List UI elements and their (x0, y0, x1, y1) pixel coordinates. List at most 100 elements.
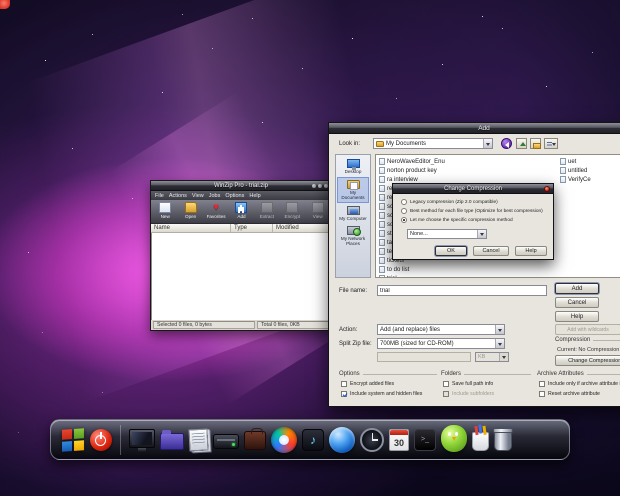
window-controls[interactable] (312, 184, 328, 188)
place-my-documents[interactable]: My Documents (337, 177, 369, 204)
corner-start-icon[interactable] (0, 0, 10, 9)
encrypt-checkbox[interactable]: Encrypt added files (341, 381, 394, 387)
back-icon[interactable] (501, 138, 512, 149)
menu-options[interactable]: Options (225, 193, 244, 199)
add-confirm-button[interactable]: Add (555, 283, 599, 294)
place-desktop[interactable]: Desktop (337, 157, 369, 176)
winzip-statusbar: Selected 0 files, 0 bytes Total 0 files,… (151, 320, 331, 330)
file-icon (379, 230, 385, 237)
file-name-input[interactable] (377, 285, 547, 296)
file-item[interactable]: NeroWaveEditor_Enu (379, 157, 555, 166)
menu-help[interactable]: Help (249, 193, 260, 199)
winzip-menubar: File Actions View Jobs Options Help (151, 191, 331, 200)
archive-attribute-checkbox[interactable]: Include only if archive attribute is set (539, 381, 620, 387)
column-type[interactable]: Type (231, 224, 273, 232)
cancel-button[interactable]: Cancel (473, 246, 509, 256)
green-bird-messenger-icon[interactable] (441, 425, 467, 452)
winzip-titlebar[interactable]: WinZip Pro - trial.zip (151, 181, 331, 191)
column-name[interactable]: Name (151, 224, 231, 232)
open-button[interactable]: Open (178, 201, 202, 219)
view-button[interactable]: View (306, 201, 330, 219)
windows-start-icon[interactable] (61, 426, 85, 453)
favorites-button[interactable]: ♥ Favorites (204, 201, 228, 219)
file-name-label: File name: (339, 288, 368, 294)
chevron-down-icon (499, 353, 508, 361)
help-button[interactable]: Help (555, 311, 599, 322)
split-zip-select[interactable]: 700MB (sized for CD-ROM) (377, 338, 505, 349)
radio-icon (401, 208, 407, 214)
file-icon (379, 203, 385, 210)
menu-jobs[interactable]: Jobs (209, 193, 221, 199)
add-button[interactable]: Add (229, 201, 253, 219)
media-player-icon[interactable] (271, 426, 297, 453)
include-hidden-checkbox[interactable]: Include system and hidden files (341, 391, 422, 397)
folder-icon (376, 140, 384, 147)
action-select[interactable]: Add (and replace) files (377, 324, 505, 335)
documents-icon[interactable] (188, 428, 209, 451)
encrypt-button[interactable]: Encrypt (280, 201, 304, 219)
dock: ♪ 30 >_ (50, 419, 570, 460)
dock-separator (120, 424, 121, 455)
extract-button[interactable]: Extract (255, 201, 279, 219)
cancel-button[interactable]: Cancel (555, 297, 599, 308)
split-zip-value: 700MB (sized for CD-ROM) (380, 340, 454, 347)
menu-actions[interactable]: Actions (169, 193, 187, 199)
choose-method-radio[interactable]: Let me choose the specific compression m… (401, 217, 513, 223)
place-my-computer[interactable]: My Computer (337, 204, 369, 223)
list-column-headers: Name Type Modified (151, 224, 331, 233)
compression-dialog-titlebar[interactable]: Change Compression (393, 184, 553, 194)
add-dialog: Add Look in: My Documents Desktop My Doc… (328, 122, 620, 407)
file-item[interactable]: untitled (560, 166, 620, 175)
file-item[interactable]: norton product key (379, 166, 555, 175)
file-icon (379, 158, 385, 165)
menu-file[interactable]: File (155, 193, 164, 199)
clock-icon[interactable] (360, 427, 384, 452)
size-unit-select[interactable]: KB (475, 352, 509, 362)
power-icon[interactable] (90, 428, 112, 451)
view-menu-icon[interactable] (544, 138, 558, 149)
new-button[interactable]: New (153, 201, 177, 219)
file-item[interactable]: trial (379, 274, 555, 277)
extract-icon (260, 202, 273, 213)
hard-drive-icon[interactable] (213, 434, 239, 449)
legacy-compression-radio[interactable]: Legacy compression (Zip 2.0 compatible) (401, 199, 498, 205)
file-item[interactable]: VerifyCe (560, 175, 620, 184)
chevron-down-icon (495, 339, 504, 348)
help-button[interactable]: Help (515, 246, 547, 256)
trash-icon[interactable] (493, 427, 513, 451)
other-size-input[interactable] (377, 352, 471, 362)
column-modified[interactable]: Modified (273, 224, 331, 232)
ok-button[interactable]: OK (435, 246, 467, 256)
close-icon[interactable] (544, 186, 550, 192)
save-path-checkbox[interactable]: Save full path info (443, 381, 493, 387)
chevron-down-icon (495, 325, 504, 334)
add-with-wildcards-button[interactable]: Add with wildcards (555, 324, 620, 335)
display-icon[interactable] (129, 428, 155, 452)
calendar-icon[interactable]: 30 (389, 428, 409, 451)
briefcase-icon[interactable] (244, 428, 266, 450)
up-one-level-icon[interactable] (516, 138, 527, 149)
file-item[interactable]: uet (560, 157, 620, 166)
compression-method-select[interactable]: None... (407, 229, 487, 239)
file-item[interactable]: to do list (379, 265, 555, 274)
reset-attribute-checkbox[interactable]: Reset archive attribute (539, 391, 600, 397)
winzip-file-list[interactable] (151, 233, 331, 320)
chevron-down-icon (477, 230, 486, 238)
add-dialog-titlebar[interactable]: Add (329, 123, 620, 134)
file-icon (379, 239, 385, 246)
my-documents-icon (346, 180, 360, 191)
stationery-cup-icon[interactable] (472, 432, 489, 451)
include-subfolders-checkbox[interactable]: Include subfolders (443, 391, 494, 397)
file-icon (379, 257, 385, 264)
terminal-icon[interactable]: >_ (414, 428, 436, 451)
music-icon[interactable]: ♪ (302, 428, 324, 451)
change-compression-button[interactable]: Change Compression... (555, 355, 620, 366)
folders-icon[interactable] (160, 429, 184, 450)
place-my-network[interactable]: My Network Places (337, 224, 369, 248)
menu-view[interactable]: View (192, 193, 204, 199)
new-folder-icon[interactable] (530, 138, 541, 149)
look-in-select[interactable]: My Documents (373, 138, 493, 149)
look-in-label: Look in: (339, 141, 361, 147)
browser-icon[interactable] (329, 426, 355, 453)
best-method-radio[interactable]: Best method for each file type (Optimize… (401, 208, 543, 214)
